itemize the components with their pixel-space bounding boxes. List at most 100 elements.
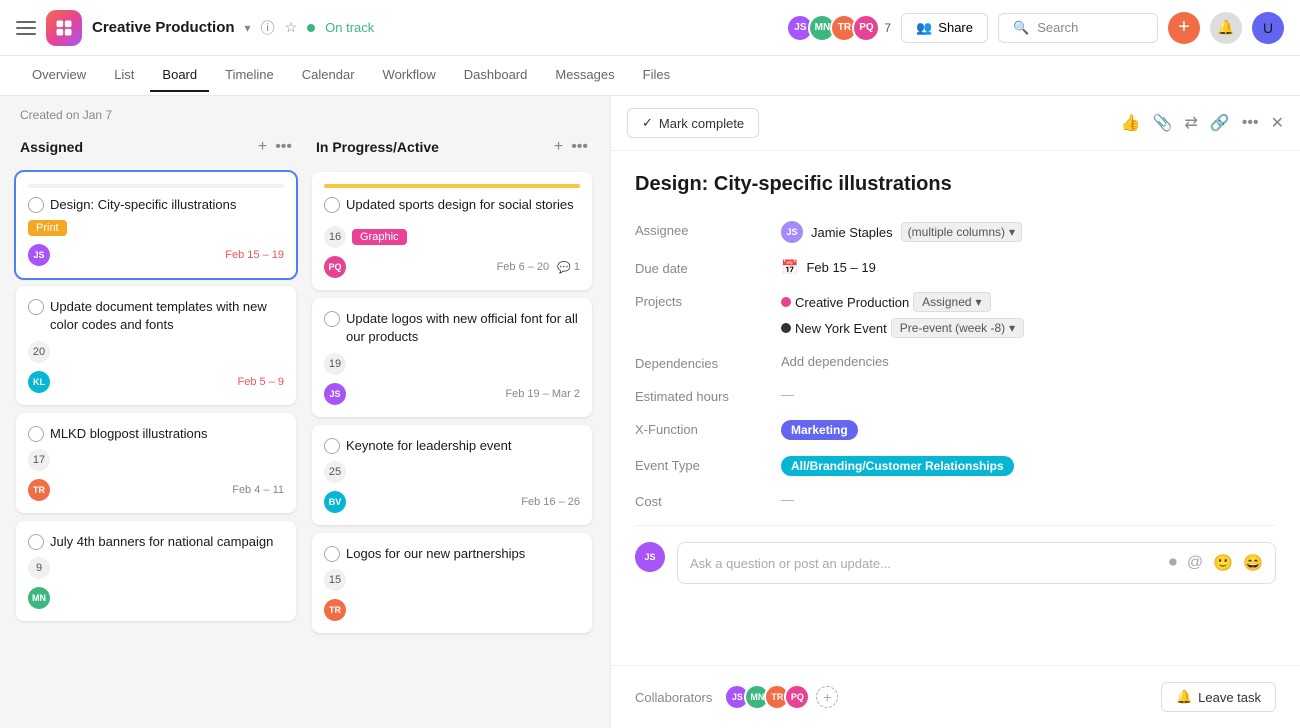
card-number: 15 (324, 569, 346, 591)
column-assigned-header: Assigned + ••• (16, 134, 296, 164)
check-icon: ✓ (642, 115, 653, 131)
tab-list[interactable]: List (102, 59, 146, 92)
add-button[interactable]: + (1168, 12, 1200, 44)
tab-files[interactable]: Files (631, 59, 682, 92)
field-cost: Cost — (635, 492, 1276, 509)
column-assigned-actions: + ••• (258, 138, 292, 156)
topbar-left: Creative Production ▾ ⓘ ☆ On track (16, 10, 374, 46)
card-title-row: MLKD blogpost illustrations (28, 425, 284, 443)
tab-messages[interactable]: Messages (543, 59, 626, 92)
card-footer: MN (28, 587, 284, 609)
card-tag-graphic: Graphic (352, 229, 407, 245)
like-icon[interactable]: 👍 (1121, 113, 1141, 133)
projects-label: Projects (635, 292, 765, 309)
card-update-logos[interactable]: Update logos with new official font for … (312, 298, 592, 416)
column-assigned-title: Assigned (20, 139, 83, 155)
card-update-templates[interactable]: Update document templates with new color… (16, 286, 296, 404)
card-number: 19 (324, 353, 346, 375)
link-icon[interactable]: 🔗 (1210, 113, 1230, 133)
card-footer: BV Feb 16 – 26 (324, 491, 580, 513)
search-box[interactable]: 🔍 Search (998, 13, 1158, 43)
column-add-button[interactable]: + (258, 138, 267, 156)
tab-overview[interactable]: Overview (20, 59, 98, 92)
field-estimated-hours: Estimated hours — (635, 387, 1276, 404)
columns-wrapper: Assigned + ••• Design: City-specific ill… (0, 134, 610, 728)
emoji-icon[interactable]: 🙂 (1213, 553, 1233, 573)
add-dependencies-button[interactable]: Add dependencies (781, 354, 889, 369)
main-content: Created on Jan 7 Assigned + ••• Design: (0, 96, 1300, 728)
tab-calendar[interactable]: Calendar (290, 59, 367, 92)
field-assignee: Assignee JS Jamie Staples (multiple colu… (635, 221, 1276, 243)
star-icon[interactable]: ☆ (285, 19, 298, 36)
card-date: Feb 15 – 19 (225, 249, 284, 261)
record-icon[interactable]: ⏺ (1169, 554, 1177, 572)
cost-value: — (781, 492, 794, 507)
avatar-group: JS MN TR PQ 7 (786, 14, 891, 42)
bell-icon: 🔔 (1176, 689, 1192, 705)
user-avatar[interactable]: U (1252, 12, 1284, 44)
card-logos-partnerships[interactable]: Logos for our new partnerships 15 TR (312, 533, 592, 633)
add-collaborator-button[interactable]: + (816, 686, 838, 708)
card-title: Update logos with new official font for … (346, 310, 580, 346)
gif-icon[interactable]: 😄 (1243, 553, 1263, 573)
project-dropdown-icon[interactable]: ▾ (245, 21, 251, 35)
tab-board[interactable]: Board (150, 59, 209, 92)
card-avatar: TR (28, 479, 50, 501)
card-sports-design[interactable]: Updated sports design for social stories… (312, 172, 592, 290)
multiple-columns-button[interactable]: (multiple columns) ▾ (901, 222, 1022, 242)
notification-icon[interactable]: 🔔 (1210, 12, 1242, 44)
info-icon[interactable]: ⓘ (261, 18, 275, 38)
card-date: Feb 16 – 26 (521, 496, 580, 508)
menu-button[interactable] (16, 18, 36, 38)
close-icon[interactable]: ✕ (1271, 113, 1284, 133)
card-footer: TR (324, 599, 580, 621)
column-more-button[interactable]: ••• (571, 138, 588, 156)
card-bar (324, 184, 580, 188)
nav-tabs: Overview List Board Timeline Calendar Wo… (0, 56, 1300, 96)
column-in-progress-actions: + ••• (554, 138, 588, 156)
card-july-banners[interactable]: July 4th banners for national campaign 9… (16, 521, 296, 621)
status-label: On track (325, 20, 374, 35)
card-keynote[interactable]: Keynote for leadership event 25 BV Feb 1… (312, 425, 592, 525)
task-checkbox[interactable] (324, 438, 340, 454)
task-title-input[interactable] (635, 171, 1276, 197)
tab-dashboard[interactable]: Dashboard (452, 59, 540, 92)
dependency-icon[interactable]: ⇄ (1184, 113, 1197, 133)
task-checkbox[interactable] (28, 534, 44, 550)
comment-input[interactable]: Ask a question or post an update... ⏺ @ … (677, 542, 1276, 584)
leave-task-button[interactable]: 🔔 Leave task (1161, 682, 1276, 712)
card-design-illustrations[interactable]: Design: City-specific illustrations Prin… (16, 172, 296, 278)
task-checkbox[interactable] (28, 299, 44, 315)
mention-icon[interactable]: @ (1187, 554, 1203, 572)
card-title-row: July 4th banners for national campaign (28, 533, 284, 551)
card-avatar: PQ (324, 256, 346, 278)
card-title-row: Design: City-specific illustrations (28, 196, 284, 214)
card-avatar: JS (28, 244, 50, 266)
column-add-button[interactable]: + (554, 138, 563, 156)
dependencies-value: Add dependencies (781, 354, 889, 369)
task-checkbox[interactable] (28, 197, 44, 213)
attachment-icon[interactable]: 📎 (1153, 113, 1173, 133)
comment-avatar: JS (635, 542, 665, 572)
task-checkbox[interactable] (324, 546, 340, 562)
event-type-tag: All/Branding/Customer Relationships (781, 456, 1014, 476)
column-more-button[interactable]: ••• (275, 138, 292, 156)
card-number: 9 (28, 557, 50, 579)
assignee-avatar: JS (781, 221, 803, 243)
share-button[interactable]: 👥 Share (901, 13, 988, 43)
task-checkbox[interactable] (324, 197, 340, 213)
column-in-progress-header: In Progress/Active + ••• (312, 134, 592, 164)
card-mlkd-blogpost[interactable]: MLKD blogpost illustrations 17 TR Feb 4 … (16, 413, 296, 513)
card-footer: PQ Feb 6 – 20 💬 1 (324, 256, 580, 278)
x-function-value: Marketing (781, 420, 858, 440)
card-date: Feb 6 – 20 (497, 261, 550, 273)
tab-timeline[interactable]: Timeline (213, 59, 286, 92)
project1-badge-button[interactable]: Assigned ▾ (913, 292, 990, 312)
mark-complete-button[interactable]: ✓ Mark complete (627, 108, 759, 138)
task-checkbox[interactable] (324, 311, 340, 327)
task-checkbox[interactable] (28, 426, 44, 442)
project2-badge-button[interactable]: Pre-event (week -8) ▾ (891, 318, 1024, 338)
card-number: 25 (324, 461, 346, 483)
more-icon[interactable]: ••• (1242, 114, 1259, 132)
tab-workflow[interactable]: Workflow (371, 59, 448, 92)
